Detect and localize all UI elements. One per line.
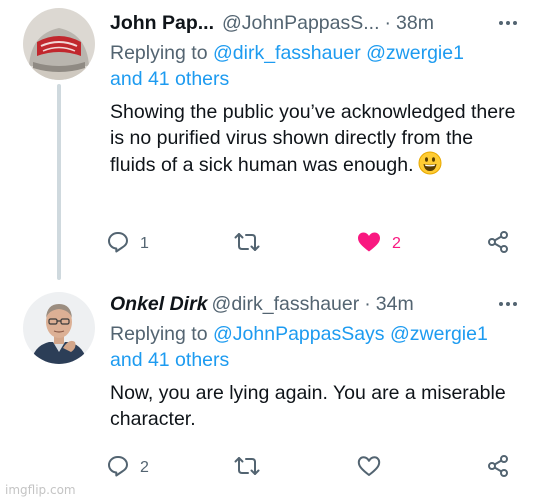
reply-icon (106, 230, 130, 259)
retweet-button[interactable] (234, 453, 270, 483)
mention-link[interactable]: @zwergie1 (366, 42, 464, 64)
like-button[interactable]: 2 (356, 229, 401, 259)
tweet-john-pappas[interactable]: John Pap... @JohnPappasS... · 38m Replyi… (0, 0, 538, 280)
more-icon[interactable] (496, 9, 520, 37)
smiley-emoji (418, 151, 442, 182)
tweet-onkel-dirk[interactable]: Onkel Dirk @dirk_fasshauer · 34m Replyin… (0, 280, 538, 500)
retweet-icon (234, 230, 260, 259)
timestamp[interactable]: 34m (376, 293, 414, 316)
share-button[interactable] (486, 229, 510, 259)
avatar[interactable] (23, 292, 95, 364)
reply-count: 1 (140, 235, 149, 252)
avatar[interactable] (23, 8, 95, 80)
timestamp[interactable]: 38m (396, 12, 434, 35)
tweet-text-content: Showing the public you’ve acknowledged t… (110, 101, 516, 176)
more-icon[interactable] (496, 290, 520, 318)
thread-line (57, 84, 61, 280)
retweet-button[interactable] (234, 229, 270, 259)
tweet-header: Onkel Dirk @dirk_fasshauer · 34m (110, 290, 520, 318)
reply-button[interactable]: 2 (106, 453, 149, 483)
others-link[interactable]: and 41 others (110, 68, 229, 90)
reply-icon (106, 454, 130, 483)
author-name[interactable]: Onkel Dirk (110, 293, 208, 316)
tweet-text-content: Now, you are lying again. You are a mise… (110, 382, 506, 430)
mention-link[interactable]: @zwergie1 (390, 323, 488, 345)
mention-link[interactable]: @dirk_fasshauer (213, 42, 361, 64)
replying-to-label: Replying to (110, 42, 213, 64)
tweet-header: John Pap... @JohnPappasS... · 38m (110, 9, 520, 37)
separator: · (364, 292, 371, 315)
tweet-text: Showing the public you’ve acknowledged t… (110, 99, 518, 182)
action-bar: 2 (106, 453, 518, 483)
like-count: 2 (392, 235, 401, 252)
others-link[interactable]: and 41 others (110, 349, 229, 371)
replying-to: Replying to @dirk_fasshauer @zwergie1 an… (110, 40, 520, 92)
reply-count: 2 (140, 459, 149, 476)
like-icon (356, 230, 382, 259)
share-icon (486, 230, 510, 259)
author-handle[interactable]: @JohnPappasS... (222, 12, 379, 35)
like-icon (356, 454, 382, 483)
tweet-text: Now, you are lying again. You are a mise… (110, 380, 518, 432)
share-button[interactable] (486, 453, 510, 483)
action-bar: 1 2 (106, 229, 518, 259)
retweet-icon (234, 454, 260, 483)
reply-button[interactable]: 1 (106, 229, 149, 259)
watermark: imgflip.com (5, 483, 76, 497)
mention-link[interactable]: @JohnPappasSays (213, 323, 385, 345)
replying-to: Replying to @JohnPappasSays @zwergie1 an… (110, 321, 520, 373)
replying-to-label: Replying to (110, 323, 213, 345)
like-button[interactable] (356, 453, 392, 483)
author-name[interactable]: John Pap... (110, 12, 214, 35)
share-icon (486, 454, 510, 483)
author-handle[interactable]: @dirk_fasshauer (212, 293, 360, 316)
separator: · (384, 11, 392, 34)
